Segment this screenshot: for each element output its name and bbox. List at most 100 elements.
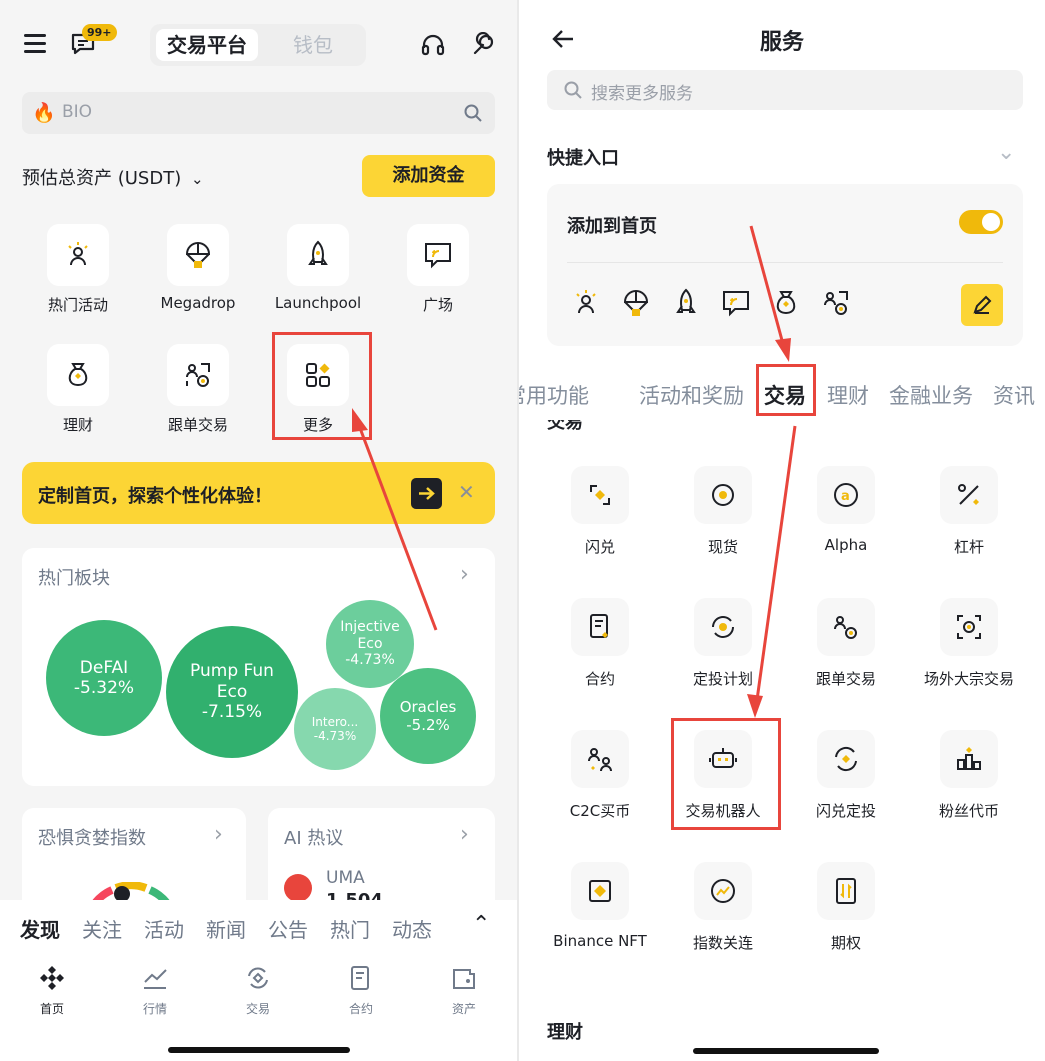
tabbar-assets[interactable]: 资产 [424,964,504,1017]
service-item[interactable]: 闪兑定投 [785,730,907,821]
contract-icon [351,966,369,990]
sun-person-icon[interactable] [571,288,601,318]
menu-icon[interactable] [24,34,46,54]
service-label: 闪兑定投 [815,802,876,820]
platform-switch: 交易平台 钱包 [150,24,366,66]
sector-bubble[interactable]: DeFAI -5.32% [46,620,162,736]
recurring-convert-icon [835,746,857,772]
service-item[interactable]: C2C买币 [539,730,661,821]
chevron-right-icon: › [460,822,469,847]
chevron-up-icon[interactable]: ⌃ [472,912,490,937]
tab-exchange[interactable]: 交易平台 [156,29,258,61]
sector-bubble[interactable]: Pump Fun Eco -7.15% [166,626,298,758]
feed-tab[interactable]: 热门 [330,914,370,943]
money-bag-icon [68,363,88,387]
tabbar-home[interactable]: 首页 [12,964,92,1017]
edit-button[interactable] [961,284,1003,326]
service-item[interactable]: 场外大宗交易 [908,598,1030,689]
money-bag-icon[interactable] [771,288,801,318]
category-tab[interactable]: 金融业务 [889,380,973,410]
uma-coin-icon [284,874,312,902]
tabbar-markets[interactable]: 行情 [115,964,195,1017]
service-item[interactable]: 合约 [539,598,661,689]
hot-sectors-card[interactable]: 热门板块 › DeFAI -5.32% Pump Fun Eco -7.15% In… [22,548,495,786]
category-tab[interactable]: 常用功能 [519,380,589,410]
shortcut-copy-trading[interactable]: 跟单交易 [148,344,248,435]
service-item[interactable]: 期权 [785,862,907,953]
alpha-icon: a [834,483,858,507]
feed-tab[interactable]: 新闻 [206,914,246,943]
category-tab[interactable]: 活动和奖励 [639,380,744,410]
cobrand-icon[interactable] [470,32,496,58]
shortcut-earn[interactable]: 理财 [28,344,128,435]
service-label: 现货 [707,538,738,556]
service-item[interactable]: Binance NFT [539,862,661,950]
search-icon [564,81,582,99]
service-item[interactable]: 指数关连 [662,862,784,953]
feed-tab[interactable]: 发现 [20,914,60,943]
arrow-right-icon[interactable] [411,478,442,509]
service-label: C2C买币 [569,802,631,820]
customize-banner[interactable]: 定制首页，探索个性化体验！ ✕ [22,462,495,524]
wallet-icon [453,969,475,989]
shortcut-square[interactable]: 广场 [388,224,488,315]
shortcut-label: Launchpool [274,294,362,312]
feed-tab[interactable]: 关注 [82,914,122,943]
feed-tab[interactable]: 动态 [392,914,432,943]
search-bar[interactable]: 🔥 BIO [22,92,495,134]
home-indicator [168,1047,350,1053]
service-item[interactable]: 杠杆 [908,466,1030,557]
sector-bubble[interactable]: Intero... -4.73% [294,688,376,770]
shortcut-megadrop[interactable]: Megadrop [148,224,248,312]
highlight-more-box [272,332,372,440]
shortcut-label: 广场 [422,296,453,314]
copy-trade-icon[interactable] [821,288,851,318]
search-icon [464,104,482,122]
search-input[interactable]: 搜索更多服务 [547,70,1023,110]
add-funds-button[interactable]: 添加资金 [362,155,495,197]
estimated-assets[interactable]: 预估总资产 (USDT) ⌄ [22,164,204,190]
tab-wallet[interactable]: 钱包 [270,29,356,61]
notification-badge: 99+ [82,24,117,41]
sector-bubble[interactable]: Oracles -5.2% [380,668,476,764]
service-label: 指数关连 [692,934,753,952]
tabbar-trade[interactable]: 交易 [218,964,298,1017]
feed-tabs: 发现 关注 活动 新闻 公告 热门 动态 ⌃ [0,900,517,952]
service-label: Alpha [824,536,868,554]
headset-icon[interactable] [420,32,446,58]
parachute-icon[interactable] [621,288,651,318]
shortcut-launchpool[interactable]: Launchpool [268,224,368,312]
category-tab[interactable]: 资讯 [993,380,1035,410]
service-label: 跟单交易 [815,670,876,688]
shortcut-hot-events[interactable]: 热门活动 [28,224,128,315]
quick-entry-title: 快捷入口 [547,148,619,169]
ai-hot-title: AI 热议 [284,828,344,849]
service-item[interactable]: 闪兑 [539,466,661,557]
chevron-down-icon[interactable]: ⌄ [997,140,1015,165]
feed-tab[interactable]: 公告 [268,914,308,943]
service-item[interactable]: 现货 [662,466,784,557]
service-item[interactable]: 跟单交易 [785,598,907,689]
service-label: Binance NFT [553,932,647,950]
service-label: 期权 [830,934,861,952]
margin-icon [958,484,979,505]
earn-section-title: 理财 [547,1022,583,1043]
auto-invest-icon [712,616,734,638]
home-indicator [693,1048,879,1054]
add-to-home-toggle[interactable] [959,210,1003,234]
broadcast-icon[interactable] [721,288,751,318]
tabbar-futures[interactable]: 合约 [321,964,401,1017]
banner-text: 定制首页，探索个性化体验！ [38,486,272,507]
highlight-trade-tab [756,364,816,416]
fire-icon: 🔥 [32,102,56,124]
services-screen: 服务 搜索更多服务 快捷入口 ⌄ 添加到首页 用功能 活动和奖励 交易 理财 金… [519,0,1045,1061]
close-icon[interactable]: ✕ [458,480,475,504]
service-item[interactable]: 粉丝代币 [908,730,1030,821]
rocket-icon[interactable] [671,288,701,318]
category-tab[interactable]: 理财 [827,380,869,410]
service-item[interactable]: 定投计划 [662,598,784,689]
shortcut-label: 跟单交易 [167,416,228,434]
search-placeholder: 搜索更多服务 [591,84,693,104]
feed-tab[interactable]: 活动 [144,914,184,943]
service-item[interactable]: a Alpha [785,466,907,554]
